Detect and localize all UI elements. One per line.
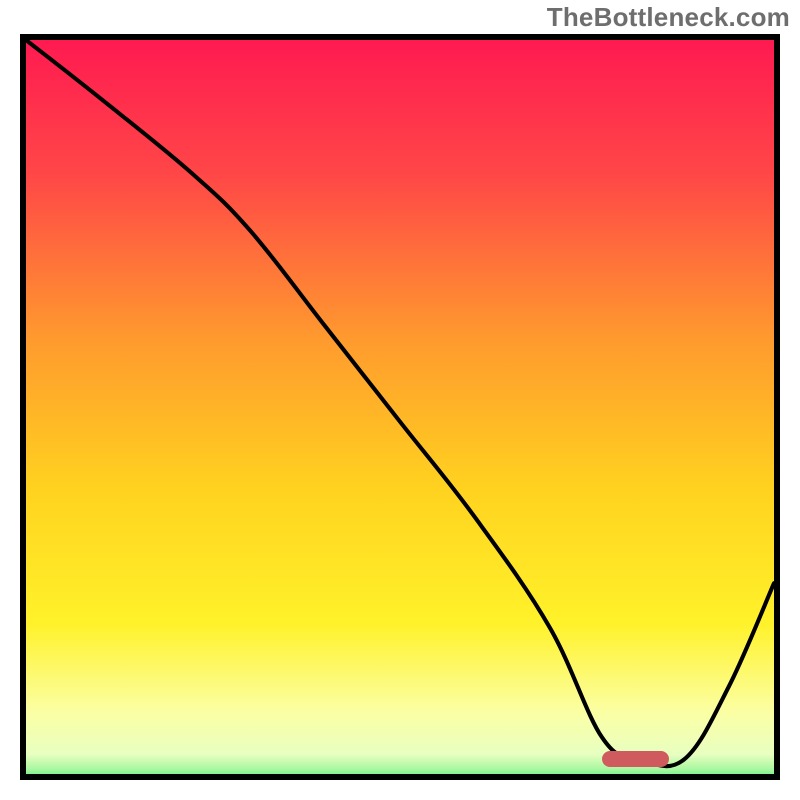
bottleneck-curve	[26, 40, 774, 766]
watermark-text: TheBottleneck.com	[547, 2, 790, 33]
plot-frame	[20, 34, 780, 780]
chart-root: TheBottleneck.com	[0, 0, 800, 800]
curve-layer	[26, 40, 774, 774]
optimum-marker	[602, 751, 669, 767]
